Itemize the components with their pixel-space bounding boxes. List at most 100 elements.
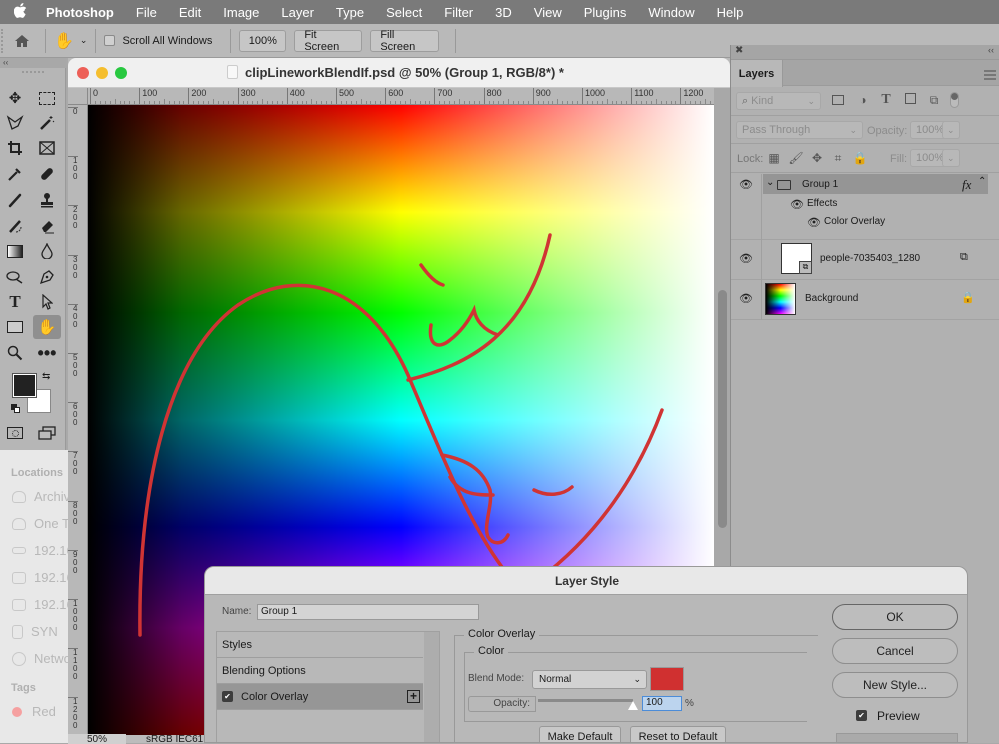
menu-image[interactable]: Image [212,5,270,20]
add-effect-plus-icon[interactable]: + [407,690,420,703]
fx-icon[interactable]: fx [962,177,971,193]
opacity-slider-track[interactable] [538,699,633,702]
history-brush-tool-icon[interactable] [1,214,29,238]
shape-layer-filter-icon[interactable] [902,93,918,107]
home-icon[interactable] [7,34,37,48]
layer-row-background[interactable]: 👁 Background 🔒 [731,280,999,320]
menu-help[interactable]: Help [706,5,755,20]
ruler-origin[interactable] [68,88,88,105]
menu-window[interactable]: Window [637,5,705,20]
frame-tool-icon[interactable] [33,136,61,160]
lock-transparent-pixels-icon[interactable]: ▦ [766,151,782,165]
color-overlay-checkbox[interactable]: ✔ [222,691,233,702]
apple-icon[interactable] [0,2,40,22]
effects-visibility-eye-icon[interactable]: 👁 [790,198,804,211]
move-tool-icon[interactable]: ✥ [1,86,29,110]
document-title-bar[interactable]: clipLineworkBlendIf.psd @ 50% (Group 1, … [68,58,730,88]
magic-wand-tool-icon[interactable] [33,111,61,135]
color-overlay-visibility-eye-icon[interactable]: 👁 [807,216,821,229]
menu-select[interactable]: Select [375,5,433,20]
adjustment-layer-filter-icon[interactable]: ◑ [855,93,871,107]
reset-to-default-button[interactable]: Reset to Default [630,726,726,742]
hand-tool-icon[interactable]: ✋ [54,31,74,51]
menu-filter[interactable]: Filter [433,5,484,20]
smart-object-filter-icon[interactable]: ⧉ [926,93,942,108]
lasso-tool-icon[interactable] [1,111,29,135]
layer-name[interactable]: Group 1 [802,179,838,190]
lock-position-icon[interactable]: ✥ [809,151,825,165]
preview-checkbox[interactable]: ✔ [856,710,867,721]
tool-preset-chevron-icon[interactable]: ⌄ [80,35,88,46]
layer-row-people[interactable]: 👁 ⧉ people-7035403_1280 ⧉ [731,240,999,280]
crop-tool-icon[interactable] [1,136,29,160]
eraser-tool-icon[interactable] [33,214,61,238]
panel-menu-icon[interactable] [984,70,996,80]
layer-row-group-1[interactable]: 👁 ⌄ Group 1 fx ⌃ 👁 Effects 👁 Color Overl… [731,174,999,240]
opacity-dropdown-chevron-icon[interactable]: ⌄ [942,121,960,139]
path-selection-tool-icon[interactable] [33,290,61,314]
blur-tool-icon[interactable] [33,239,61,263]
finder-item[interactable]: SYN [0,618,68,645]
filter-toggle[interactable] [950,92,959,108]
finder-tag-red[interactable]: Red [0,698,68,725]
quick-mask-icon[interactable] [1,421,29,445]
menu-photoshop[interactable]: Photoshop [40,5,125,20]
fill-screen-button[interactable]: Fill Screen [370,29,440,53]
rectangle-tool-icon[interactable] [1,315,29,339]
brush-tool-icon[interactable] [1,188,29,212]
collapse-effects-chevron-icon[interactable]: ⌃ [978,176,986,187]
finder-item[interactable]: Netwo [0,645,68,672]
layer-name[interactable]: Background [805,293,858,304]
name-input[interactable]: Group 1 [257,604,479,620]
healing-brush-tool-icon[interactable] [33,162,61,186]
finder-item[interactable]: Archiv [0,483,68,510]
collapse-panel-icon[interactable]: ‹‹ [988,45,994,55]
effects-label[interactable]: Effects [807,198,837,209]
blend-mode-select[interactable]: Normal ⌄ [532,670,647,689]
visibility-eye-icon[interactable]: 👁 [739,292,753,305]
toolbox-grip[interactable] [22,71,44,73]
foreground-color-swatch[interactable] [12,373,37,398]
menu-type[interactable]: Type [325,5,375,20]
tab-layers[interactable]: Layers [731,60,783,87]
layer-name[interactable]: people-7035403_1280 [820,253,920,264]
menu-edit[interactable]: Edit [168,5,212,20]
color-overlay-effect-label[interactable]: Color Overlay [824,216,885,227]
cancel-button[interactable]: Cancel [832,638,958,664]
finder-item[interactable]: One T [0,510,68,537]
menu-3d[interactable]: 3D [484,5,523,20]
vertical-scrollbar-thumb[interactable] [718,290,727,528]
visibility-eye-icon[interactable]: 👁 [739,178,753,191]
menu-file[interactable]: File [125,5,168,20]
close-panel-icon[interactable]: ✖ [735,45,743,56]
eyedropper-tool-icon[interactable] [1,162,29,186]
dialog-title-bar[interactable]: Layer Style [205,567,967,595]
visibility-eye-icon[interactable]: 👁 [739,252,753,265]
finder-item[interactable]: 192.16 [0,564,68,591]
finder-item[interactable]: 192.16 [0,537,68,564]
menu-view[interactable]: View [523,5,573,20]
lock-image-pixels-icon[interactable]: 🖌 [788,151,804,165]
finder-item[interactable]: 192.16 [0,591,68,618]
hand-tool-icon[interactable]: ✋ [33,315,61,339]
zoom-tool-icon[interactable] [1,341,29,365]
close-window-button[interactable] [77,67,89,79]
lock-artboard-icon[interactable]: ⌗ [830,151,846,166]
menu-plugins[interactable]: Plugins [573,5,638,20]
screen-mode-icon[interactable] [33,421,61,445]
filter-kind-dropdown[interactable]: ⌕ Kind ⌄ [736,92,821,110]
lock-all-icon[interactable]: 🔒 [852,151,868,165]
blending-options-item[interactable]: Blending Options [217,658,423,684]
zoom-window-button[interactable] [115,67,127,79]
vertical-ruler[interactable]: 0 100 200 300 400 500 600 700 800 900 1000 1100 1200 [68,105,88,735]
default-colors-icon[interactable] [11,404,21,414]
overlay-color-swatch[interactable] [650,667,684,691]
toolbox-collapse-icon[interactable]: ‹‹ [0,58,66,68]
type-layer-filter-icon[interactable]: T [878,92,894,108]
ok-button[interactable]: OK [832,604,958,630]
opacity-input[interactable]: 100 [642,696,682,711]
clone-stamp-tool-icon[interactable] [33,188,61,212]
make-default-button[interactable]: Make Default [539,726,621,742]
zoom-100-button[interactable]: 100% [239,29,287,52]
swap-colors-icon[interactable]: ⇆ [42,371,50,382]
